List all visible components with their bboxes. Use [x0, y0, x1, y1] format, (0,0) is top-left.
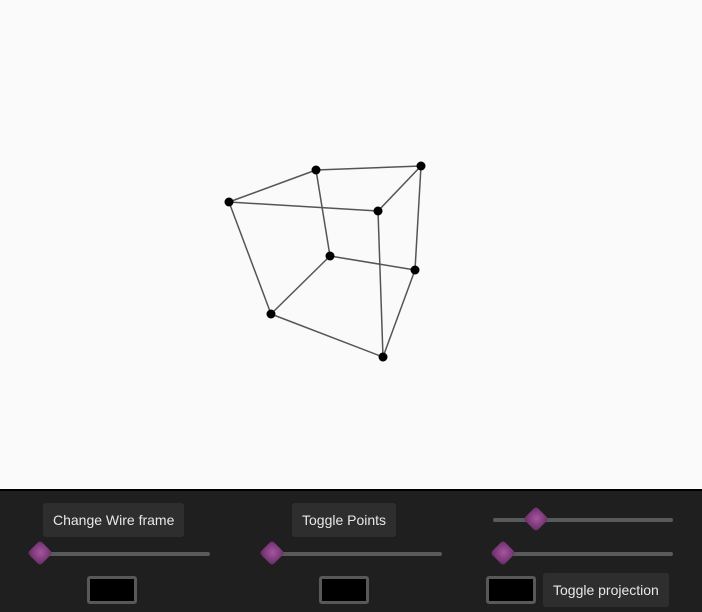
- cube-vertex: [224, 197, 234, 207]
- render-viewport[interactable]: [0, 0, 702, 489]
- cube-edge: [329, 255, 416, 271]
- cube-edge: [228, 169, 317, 203]
- color-swatch-left[interactable]: [87, 576, 137, 604]
- cube-vertex: [311, 165, 321, 175]
- change-wireframe-button[interactable]: Change Wire frame: [43, 503, 185, 537]
- swatch-fill: [90, 579, 134, 601]
- cube-edge: [270, 313, 384, 358]
- cube-vertex: [410, 265, 420, 275]
- wireframe-cube: [224, 161, 426, 362]
- cube-vertex: [266, 309, 276, 319]
- toggle-projection-button[interactable]: Toggle projection: [543, 573, 669, 607]
- cube-edge: [382, 269, 416, 358]
- cube-vertex: [416, 161, 426, 171]
- cube-edge: [228, 201, 272, 315]
- app-root: Change Wire frame Toggle Points Toggle p…: [0, 0, 702, 612]
- toggle-points-button[interactable]: Toggle Points: [292, 503, 397, 537]
- cube-edge: [270, 255, 331, 315]
- color-swatch-right[interactable]: [486, 576, 536, 604]
- cube-edge: [414, 165, 422, 271]
- slider-thumb[interactable]: [523, 506, 549, 532]
- cube-edge: [315, 169, 331, 257]
- swatch-fill: [322, 579, 366, 601]
- slider-thumb[interactable]: [259, 540, 285, 566]
- cube-edge: [377, 165, 422, 212]
- slider-right[interactable]: [490, 540, 673, 566]
- cube-edge: [315, 165, 422, 171]
- slider-middle[interactable]: [259, 540, 442, 566]
- slider-track: [494, 552, 673, 556]
- slider-top-right[interactable]: [493, 506, 673, 532]
- slider-track: [493, 518, 673, 522]
- slider-thumb[interactable]: [490, 540, 516, 566]
- cube-edge: [228, 201, 379, 212]
- cube-vertex: [373, 206, 383, 216]
- cube-vertex: [378, 352, 388, 362]
- cube-edge: [377, 210, 384, 358]
- slider-track: [272, 552, 442, 556]
- slider-left[interactable]: [27, 540, 210, 566]
- color-swatch-middle[interactable]: [319, 576, 369, 604]
- swatch-fill: [489, 579, 533, 601]
- cube-vertex: [325, 251, 335, 261]
- slider-track: [40, 552, 210, 556]
- control-panel: Change Wire frame Toggle Points Toggle p…: [0, 489, 702, 612]
- slider-thumb[interactable]: [27, 540, 53, 566]
